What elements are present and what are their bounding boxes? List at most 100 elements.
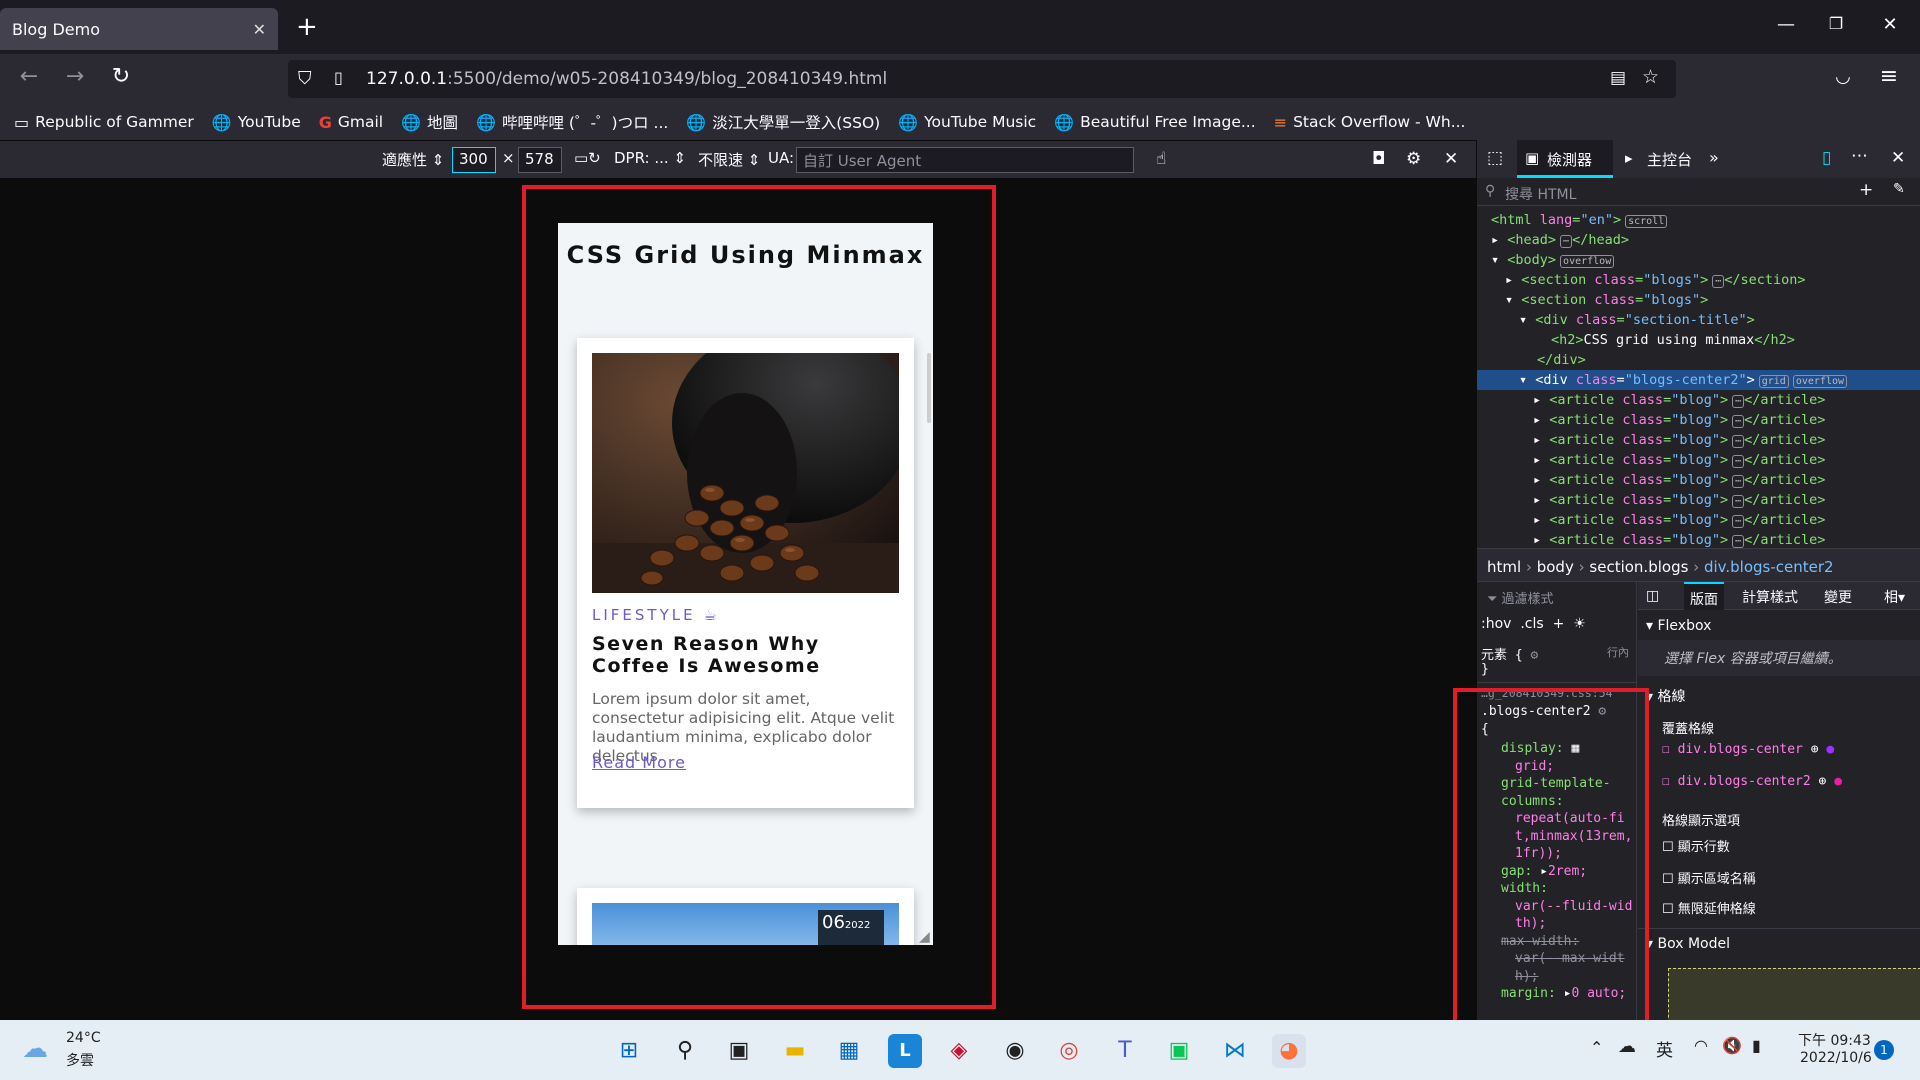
minimize-icon[interactable]: — (1766, 14, 1806, 35)
clock-time[interactable]: 下午 09:43 (1798, 1030, 1871, 1050)
tree-node[interactable]: ▾ <div class="section-title"> (1519, 310, 1755, 330)
tree-node[interactable]: </div> (1537, 350, 1586, 370)
filter-styles-input[interactable]: ⏷ 過濾樣式 (1477, 582, 1637, 610)
url-bar[interactable]: ⛉ ▯ 127.0.0.1:5500/demo/w05-208410349/bl… (288, 60, 1676, 98)
search-icon[interactable]: ⚲ (668, 1034, 702, 1068)
store-icon[interactable]: ▦ (832, 1034, 866, 1068)
sidebar-toggle-icon[interactable]: ◫ (1646, 588, 1659, 604)
rotate-icon[interactable]: ▭↻ (574, 149, 601, 167)
breadcrumb-item[interactable]: body (1537, 558, 1574, 576)
firefox-icon[interactable]: ◕ (1272, 1034, 1306, 1068)
shield-icon[interactable]: ⛉ (298, 68, 312, 89)
line-icon[interactable]: ▣ (1162, 1034, 1196, 1068)
bookmark-item[interactable]: 🌐 Beautiful Free Image... (1054, 113, 1255, 132)
settings-gear-icon[interactable]: ⚙ (1406, 149, 1421, 169)
dpr-select[interactable]: DPR: ... ⇕ (614, 149, 686, 167)
hov-toggle[interactable]: :hov (1481, 616, 1511, 632)
tab-computed[interactable]: 計算樣式 (1742, 587, 1798, 607)
tree-node[interactable]: <h2>CSS grid using minmax</h2> (1551, 330, 1795, 350)
tab-more[interactable]: 相▾ (1884, 587, 1905, 607)
bookmark-item[interactable]: G Gmail (319, 113, 383, 132)
tree-node[interactable]: ▸ <article class="blog"> ⋯ </article> (1533, 390, 1825, 410)
responsive-mode-icon[interactable]: ▯ (1822, 148, 1831, 168)
bookmark-item[interactable]: 🌐 YouTube (212, 113, 301, 132)
teams-icon[interactable]: T (1108, 1034, 1142, 1068)
bookmark-item[interactable]: 🌐 淡江大學單一登入(SSO) (686, 111, 880, 133)
grid-section[interactable]: ▾ 格線 (1646, 686, 1685, 706)
chevron-up-icon[interactable]: ⌃ (1590, 1038, 1603, 1057)
pocket-icon[interactable]: ◡ (1828, 66, 1858, 87)
task-view-icon[interactable]: ▣ (722, 1034, 756, 1068)
element-picker-icon[interactable]: ⬚ (1487, 148, 1503, 168)
tree-node[interactable]: <html lang="en"> scroll (1491, 210, 1668, 230)
close-devtools-icon[interactable]: ✕ (1891, 148, 1905, 168)
tree-node[interactable]: ▸ <head> ⋯ </head> (1491, 230, 1629, 250)
touch-simulation-icon[interactable]: ☝ (1156, 149, 1166, 169)
tab-changes[interactable]: 變更 (1824, 587, 1852, 607)
option-line-numbers[interactable]: ☐ 顯示行數 (1662, 836, 1730, 855)
battery-icon[interactable]: ▮ (1752, 1036, 1761, 1055)
grid-overlay-item[interactable]: ☐ div.blogs-center ⊕ ● (1662, 742, 1834, 757)
restore-icon[interactable]: ❐ (1816, 14, 1856, 33)
user-agent-input[interactable]: 自訂 User Agent (796, 147, 1134, 173)
input-language[interactable]: 英 (1656, 1036, 1673, 1061)
reload-icon[interactable]: ↻ (106, 64, 136, 89)
viewport-width-input[interactable]: 300 (452, 147, 496, 173)
tree-node[interactable]: ▸ <section class="blogs"> ⋯ </section> (1505, 270, 1806, 290)
cloud-icon[interactable]: ☁ (22, 1034, 48, 1064)
bookmark-item[interactable]: ▭ Republic of Gammer (14, 113, 194, 132)
chrome-icon[interactable]: ◎ (1052, 1034, 1086, 1068)
mute-icon[interactable]: 🔇 (1722, 1036, 1742, 1055)
wifi-icon[interactable]: ◠ (1694, 1036, 1708, 1055)
tree-node[interactable]: ▸ <article class="blog"> ⋯ </article> (1533, 430, 1825, 450)
tree-node[interactable]: ▸ <article class="blog"> ⋯ </article> (1533, 450, 1825, 470)
tree-node[interactable]: ▾ <section class="blogs"> (1505, 290, 1708, 310)
add-rule-icon[interactable]: + (1553, 616, 1565, 632)
box-model-section[interactable]: ▾ Box Model (1646, 936, 1730, 952)
l-app-icon[interactable]: L (888, 1034, 922, 1068)
cls-toggle[interactable]: .cls (1520, 616, 1543, 632)
tree-node[interactable]: ▸ <article class="blog"> ⋯ </article> (1533, 530, 1825, 550)
option-extend-lines[interactable]: ☐ 無限延伸格線 (1662, 898, 1756, 917)
breadcrumb-item[interactable]: section.blogs (1589, 558, 1688, 576)
tree-node[interactable]: ▸ <article class="blog"> ⋯ </article> (1533, 410, 1825, 430)
mcafee-icon[interactable]: ◈ (942, 1034, 976, 1068)
throttle-select[interactable]: 不限速 ⇕ (698, 149, 760, 170)
vscode-icon[interactable]: ⋈ (1218, 1034, 1252, 1068)
add-node-icon[interactable]: + (1859, 180, 1873, 200)
file-explorer-icon[interactable]: ▬ (778, 1034, 812, 1068)
window-close-icon[interactable]: ✕ (1870, 14, 1910, 35)
more-options-icon[interactable]: ⋯ (1851, 146, 1868, 166)
option-area-names[interactable]: ☐ 顯示區域名稱 (1662, 868, 1756, 887)
weather-status[interactable]: 多雲 (66, 1050, 94, 1070)
breadcrumb-item-active[interactable]: div.blogs-center2 (1704, 558, 1834, 576)
viewport-height-input[interactable]: 578 (518, 147, 562, 173)
menu-icon[interactable]: ≡ (1874, 64, 1904, 89)
tab-console[interactable]: ▸ 主控台 (1619, 140, 1705, 178)
tree-node[interactable]: ▸ <article class="blog"> ⋯ </article> (1533, 470, 1825, 490)
breadcrumb-item[interactable]: html (1487, 558, 1521, 576)
onedrive-icon[interactable]: ☁ (1618, 1036, 1636, 1057)
grid-overlay-item[interactable]: ☐ div.blogs-center2 ⊕ ● (1662, 774, 1842, 789)
tree-node[interactable]: ▾ <body> overflow (1491, 250, 1615, 270)
back-icon[interactable]: ← (14, 64, 44, 89)
reader-view-icon[interactable]: ▤ (1610, 68, 1626, 88)
start-icon[interactable]: ⊞ (612, 1034, 646, 1068)
browser-tab[interactable]: Blog Demo ✕ (0, 8, 278, 50)
forward-icon[interactable]: → (60, 64, 90, 89)
tab-layout[interactable]: 版面 (1684, 582, 1724, 610)
light-mode-icon[interactable]: ☀ (1573, 616, 1586, 632)
bookmark-item[interactable]: 🌐 YouTube Music (898, 113, 1036, 132)
bookmark-star-icon[interactable]: ☆ (1642, 66, 1659, 88)
bookmark-item[interactable]: 🌐 地圖 (401, 111, 458, 133)
more-tabs-icon[interactable]: » (1709, 148, 1719, 167)
bookmark-item[interactable]: ≡ Stack Overflow - Wh... (1274, 113, 1466, 132)
html-search-input[interactable]: ⚲ 搜尋 HTML + ✎ (1477, 178, 1920, 206)
eyedropper-icon[interactable]: ✎ (1893, 181, 1905, 197)
temperature[interactable]: 24°C (66, 1030, 101, 1046)
notification-badge[interactable]: 1 (1874, 1040, 1894, 1060)
screenshot-icon[interactable]: ◘ (1372, 149, 1385, 169)
close-rdm-icon[interactable]: ✕ (1444, 149, 1458, 169)
tree-node-selected[interactable]: ▾ <div class="blogs-center2"> grid overflo… (1477, 370, 1920, 390)
tab-inspector[interactable]: ▣ 檢測器 (1517, 140, 1613, 178)
